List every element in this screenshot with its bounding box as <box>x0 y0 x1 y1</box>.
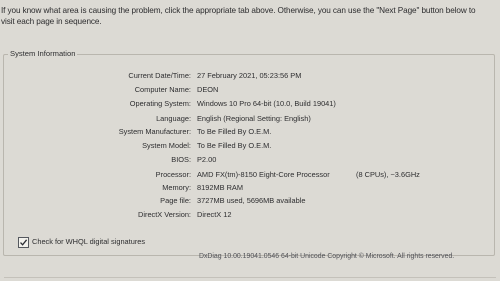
info-row-bios: BIOS: P2.00 <box>0 155 500 165</box>
info-value-processor-cpus: (8 CPUs), ~3.6GHz <box>356 170 420 179</box>
info-row-processor: Processor: AMD FX(tm)-8150 Eight-Core Pr… <box>0 170 500 180</box>
info-label-memory: Memory: <box>162 183 191 192</box>
checkmark-icon <box>20 239 28 246</box>
whql-checkbox-label[interactable]: Check for WHQL digital signatures <box>32 236 145 248</box>
intro-text: If you know what area is causing the pro… <box>1 5 499 27</box>
info-label-processor: Processor: <box>155 170 191 179</box>
info-label-date-time: Current Date/Time: <box>128 71 191 80</box>
info-value-page-file: 3727MB used, 5696MB available <box>197 196 306 205</box>
info-label-computer-name: Computer Name: <box>134 85 191 94</box>
info-value-bios: P2.00 <box>197 155 217 164</box>
info-value-system-model: To Be Filled By O.E.M. <box>197 141 272 150</box>
intro-line-2: visit each page in sequence. <box>1 17 102 26</box>
info-row-system-manufacturer: System Manufacturer: To Be Filled By O.E… <box>0 127 500 137</box>
info-value-directx-version: DirectX 12 <box>197 210 232 219</box>
info-label-directx-version: DirectX Version: <box>138 210 191 219</box>
bottom-divider <box>4 277 496 278</box>
info-row-system-model: System Model: To Be Filled By O.E.M. <box>0 141 500 151</box>
whql-checkbox[interactable] <box>18 237 29 248</box>
info-row-date-time: Current Date/Time: 27 February 2021, 05:… <box>0 71 500 81</box>
info-label-page-file: Page file: <box>160 196 191 205</box>
info-row-operating-system: Operating System: Windows 10 Pro 64-bit … <box>0 99 500 109</box>
intro-line-1: If you know what area is causing the pro… <box>1 6 476 15</box>
system-information-title: System Information <box>8 49 78 58</box>
dxdiag-version-footer: DxDiag 10.00.19041.0546 64-bit Unicode C… <box>199 253 455 260</box>
info-label-bios: BIOS: <box>171 155 191 164</box>
info-label-system-manufacturer: System Manufacturer: <box>118 127 191 136</box>
info-row-page-file: Page file: 3727MB used, 5696MB available <box>0 196 500 206</box>
info-label-system-model: System Model: <box>142 141 191 150</box>
info-label-operating-system: Operating System: <box>129 99 191 108</box>
info-value-operating-system: Windows 10 Pro 64-bit (10.0, Build 19041… <box>197 99 336 108</box>
info-row-language: Language: English (Regional Setting: Eng… <box>0 114 500 124</box>
info-value-system-manufacturer: To Be Filled By O.E.M. <box>197 127 272 136</box>
info-value-memory: 8192MB RAM <box>197 183 244 192</box>
info-row-directx-version: DirectX Version: DirectX 12 <box>0 210 500 220</box>
info-label-language: Language: <box>156 114 191 123</box>
info-row-memory: Memory: 8192MB RAM <box>0 183 500 193</box>
info-value-language: English (Regional Setting: English) <box>197 114 311 123</box>
info-row-computer-name: Computer Name: DEON <box>0 85 500 95</box>
info-value-computer-name: DEON <box>197 85 219 94</box>
info-value-date-time: 27 February 2021, 05:23:56 PM <box>197 71 302 80</box>
info-value-processor: AMD FX(tm)-8150 Eight-Core Processor <box>197 170 330 179</box>
